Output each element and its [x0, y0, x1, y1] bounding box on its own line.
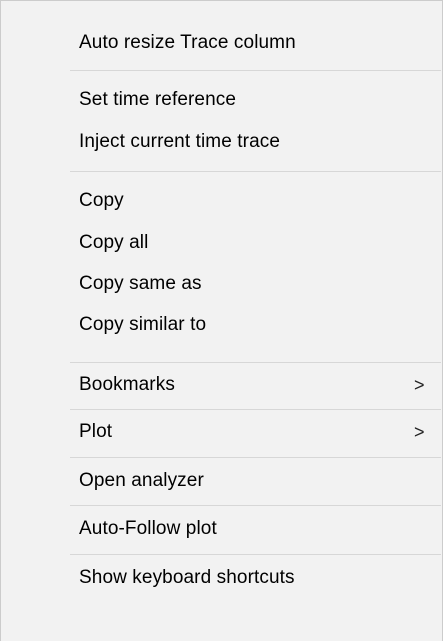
menu-separator	[70, 70, 441, 71]
menu-item-label: Copy same as	[79, 273, 202, 294]
context-menu: Auto resize Trace column Set time refere…	[0, 0, 443, 641]
menu-item-auto-resize-trace-column[interactable]: Auto resize Trace column	[1, 23, 442, 63]
chevron-right-icon: >	[414, 374, 425, 395]
menu-item-label: Show keyboard shortcuts	[79, 567, 295, 588]
menu-item-label: Plot	[79, 421, 113, 442]
menu-item-copy-same-as[interactable]: Copy same as	[1, 264, 442, 304]
menu-item-label: Auto-Follow plot	[79, 518, 217, 539]
menu-item-label: Copy similar to	[79, 314, 207, 335]
menu-item-inject-current-time-trace[interactable]: Inject current time trace	[1, 122, 442, 162]
menu-item-label: Auto resize Trace column	[79, 32, 296, 53]
menu-separator	[70, 409, 441, 410]
menu-item-auto-follow-plot[interactable]: Auto-Follow plot	[1, 509, 442, 549]
menu-item-set-time-reference[interactable]: Set time reference	[1, 80, 442, 120]
menu-item-copy-all[interactable]: Copy all	[1, 223, 442, 263]
menu-item-label: Inject current time trace	[79, 131, 281, 152]
menu-item-label: Copy	[79, 190, 124, 211]
menu-separator	[70, 554, 441, 555]
menu-item-copy[interactable]: Copy	[1, 181, 442, 221]
menu-item-open-analyzer[interactable]: Open analyzer	[1, 461, 442, 501]
menu-item-label: Open analyzer	[79, 470, 204, 491]
menu-separator	[70, 505, 441, 506]
menu-item-label: Copy all	[79, 232, 149, 253]
menu-separator	[70, 171, 441, 172]
menu-item-label: Bookmarks	[79, 374, 175, 395]
menu-item-label: Set time reference	[79, 89, 237, 110]
menu-separator	[70, 457, 441, 458]
menu-separator	[70, 362, 441, 363]
menu-item-bookmarks[interactable]: Bookmarks >	[1, 365, 442, 405]
chevron-right-icon: >	[414, 421, 425, 442]
menu-item-show-keyboard-shortcuts[interactable]: Show keyboard shortcuts	[1, 558, 442, 598]
menu-item-plot[interactable]: Plot >	[1, 412, 442, 452]
menu-item-copy-similar-to[interactable]: Copy similar to	[1, 305, 442, 345]
